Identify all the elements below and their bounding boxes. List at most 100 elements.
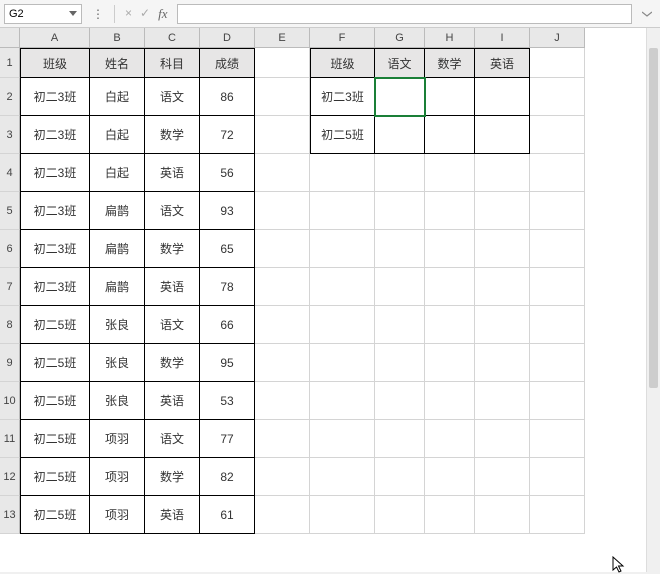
cell-J1[interactable] <box>530 48 585 78</box>
cell-J7[interactable] <box>530 268 585 306</box>
column-header-J[interactable]: J <box>530 28 585 48</box>
cell-F8[interactable] <box>310 306 375 344</box>
cell-H9[interactable] <box>425 344 475 382</box>
cell-H11[interactable] <box>425 420 475 458</box>
cell-F1[interactable]: 班级 <box>310 48 375 78</box>
row-header-9[interactable]: 9 <box>0 344 20 382</box>
select-all-corner[interactable] <box>0 28 20 48</box>
column-header-A[interactable]: A <box>20 28 90 48</box>
cell-G5[interactable] <box>375 192 425 230</box>
cell-G11[interactable] <box>375 420 425 458</box>
row-header-6[interactable]: 6 <box>0 230 20 268</box>
cell-G13[interactable] <box>375 496 425 534</box>
cell-B13[interactable]: 项羽 <box>90 496 145 534</box>
cell-D11[interactable]: 77 <box>200 420 255 458</box>
column-header-D[interactable]: D <box>200 28 255 48</box>
cell-E3[interactable] <box>255 116 310 154</box>
cell-F13[interactable] <box>310 496 375 534</box>
cell-F2[interactable]: 初二3班 <box>310 78 375 116</box>
cell-D8[interactable]: 66 <box>200 306 255 344</box>
cell-A4[interactable]: 初二3班 <box>20 154 90 192</box>
cell-H13[interactable] <box>425 496 475 534</box>
cell-G1[interactable]: 语文 <box>375 48 425 78</box>
cell-E2[interactable] <box>255 78 310 116</box>
cell-B4[interactable]: 白起 <box>90 154 145 192</box>
cell-A9[interactable]: 初二5班 <box>20 344 90 382</box>
cell-E6[interactable] <box>255 230 310 268</box>
row-header-5[interactable]: 5 <box>0 192 20 230</box>
cell-C13[interactable]: 英语 <box>145 496 200 534</box>
cell-E12[interactable] <box>255 458 310 496</box>
cell-C10[interactable]: 英语 <box>145 382 200 420</box>
cell-J6[interactable] <box>530 230 585 268</box>
confirm-formula-icon[interactable]: ✓ <box>140 6 150 22</box>
cell-E4[interactable] <box>255 154 310 192</box>
cell-A8[interactable]: 初二5班 <box>20 306 90 344</box>
cell-F9[interactable] <box>310 344 375 382</box>
cell-H5[interactable] <box>425 192 475 230</box>
cell-J12[interactable] <box>530 458 585 496</box>
cell-H1[interactable]: 数学 <box>425 48 475 78</box>
column-header-C[interactable]: C <box>145 28 200 48</box>
cell-I13[interactable] <box>475 496 530 534</box>
cell-B1[interactable]: 姓名 <box>90 48 145 78</box>
cell-D3[interactable]: 72 <box>200 116 255 154</box>
cell-D2[interactable]: 86 <box>200 78 255 116</box>
cell-D1[interactable]: 成绩 <box>200 48 255 78</box>
cell-A2[interactable]: 初二3班 <box>20 78 90 116</box>
cell-A12[interactable]: 初二5班 <box>20 458 90 496</box>
cell-H8[interactable] <box>425 306 475 344</box>
cell-G3[interactable] <box>375 116 425 154</box>
cell-I6[interactable] <box>475 230 530 268</box>
cell-A13[interactable]: 初二5班 <box>20 496 90 534</box>
cell-E9[interactable] <box>255 344 310 382</box>
expand-formula-icon[interactable] <box>638 7 656 21</box>
cell-I3[interactable] <box>475 116 530 154</box>
cell-C2[interactable]: 语文 <box>145 78 200 116</box>
cell-G6[interactable] <box>375 230 425 268</box>
cell-F4[interactable] <box>310 154 375 192</box>
cell-F10[interactable] <box>310 382 375 420</box>
cell-I5[interactable] <box>475 192 530 230</box>
cell-B8[interactable]: 张良 <box>90 306 145 344</box>
cell-E11[interactable] <box>255 420 310 458</box>
cell-G2[interactable] <box>375 78 425 116</box>
cell-C5[interactable]: 语文 <box>145 192 200 230</box>
row-header-12[interactable]: 12 <box>0 458 20 496</box>
cell-J13[interactable] <box>530 496 585 534</box>
cell-B6[interactable]: 扁鹊 <box>90 230 145 268</box>
cell-H6[interactable] <box>425 230 475 268</box>
cell-G7[interactable] <box>375 268 425 306</box>
cell-I11[interactable] <box>475 420 530 458</box>
cell-C3[interactable]: 数学 <box>145 116 200 154</box>
cell-H4[interactable] <box>425 154 475 192</box>
formula-bar[interactable] <box>177 4 632 24</box>
cell-C8[interactable]: 语文 <box>145 306 200 344</box>
cell-C1[interactable]: 科目 <box>145 48 200 78</box>
cell-B3[interactable]: 白起 <box>90 116 145 154</box>
column-header-H[interactable]: H <box>425 28 475 48</box>
column-headers[interactable]: ABCDEFGHIJ <box>20 28 585 48</box>
cell-H3[interactable] <box>425 116 475 154</box>
cell-B11[interactable]: 项羽 <box>90 420 145 458</box>
cell-B5[interactable]: 扁鹊 <box>90 192 145 230</box>
cell-H2[interactable] <box>425 78 475 116</box>
name-box-dropdown-icon[interactable] <box>69 11 77 16</box>
cell-D10[interactable]: 53 <box>200 382 255 420</box>
column-header-I[interactable]: I <box>475 28 530 48</box>
scrollbar-thumb[interactable] <box>649 48 658 388</box>
cell-I7[interactable] <box>475 268 530 306</box>
name-box[interactable]: G2 <box>4 4 82 24</box>
cell-E8[interactable] <box>255 306 310 344</box>
cell-C7[interactable]: 英语 <box>145 268 200 306</box>
cell-A3[interactable]: 初二3班 <box>20 116 90 154</box>
fx-icon[interactable]: fx <box>158 6 167 22</box>
cell-A7[interactable]: 初二3班 <box>20 268 90 306</box>
cell-J3[interactable] <box>530 116 585 154</box>
cell-D12[interactable]: 82 <box>200 458 255 496</box>
cell-E5[interactable] <box>255 192 310 230</box>
cell-A6[interactable]: 初二3班 <box>20 230 90 268</box>
row-headers[interactable]: 12345678910111213 <box>0 48 20 534</box>
cell-D13[interactable]: 61 <box>200 496 255 534</box>
cell-G10[interactable] <box>375 382 425 420</box>
